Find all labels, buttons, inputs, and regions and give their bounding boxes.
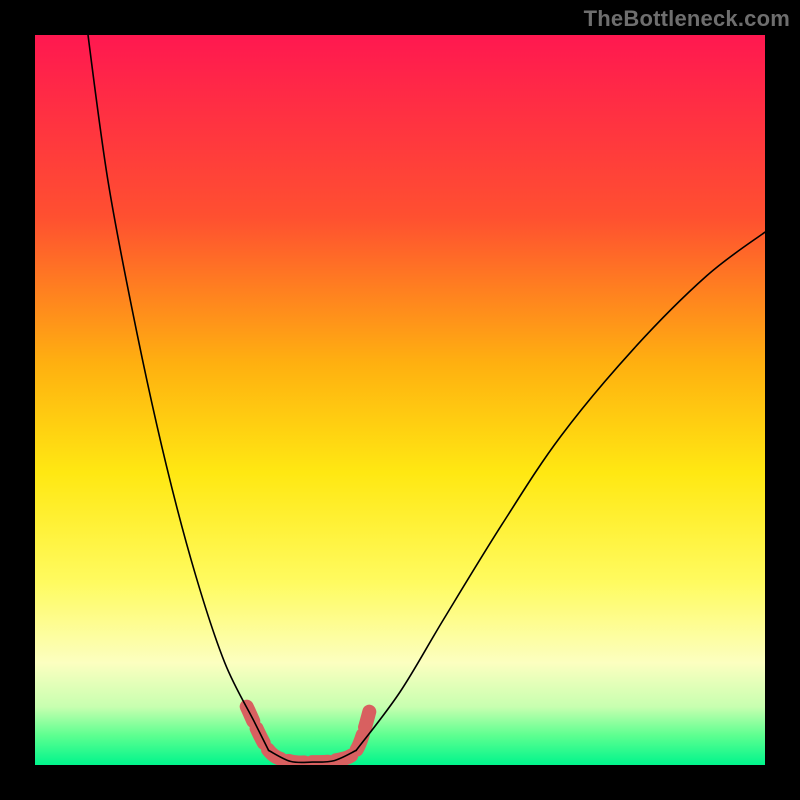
plot-area xyxy=(35,35,765,765)
curve-right xyxy=(356,232,765,750)
watermark-text: TheBottleneck.com xyxy=(584,6,790,32)
chart-frame: TheBottleneck.com xyxy=(0,0,800,800)
curve-layer xyxy=(35,35,765,765)
highlight-segment xyxy=(247,707,371,763)
curve-left xyxy=(86,35,269,750)
